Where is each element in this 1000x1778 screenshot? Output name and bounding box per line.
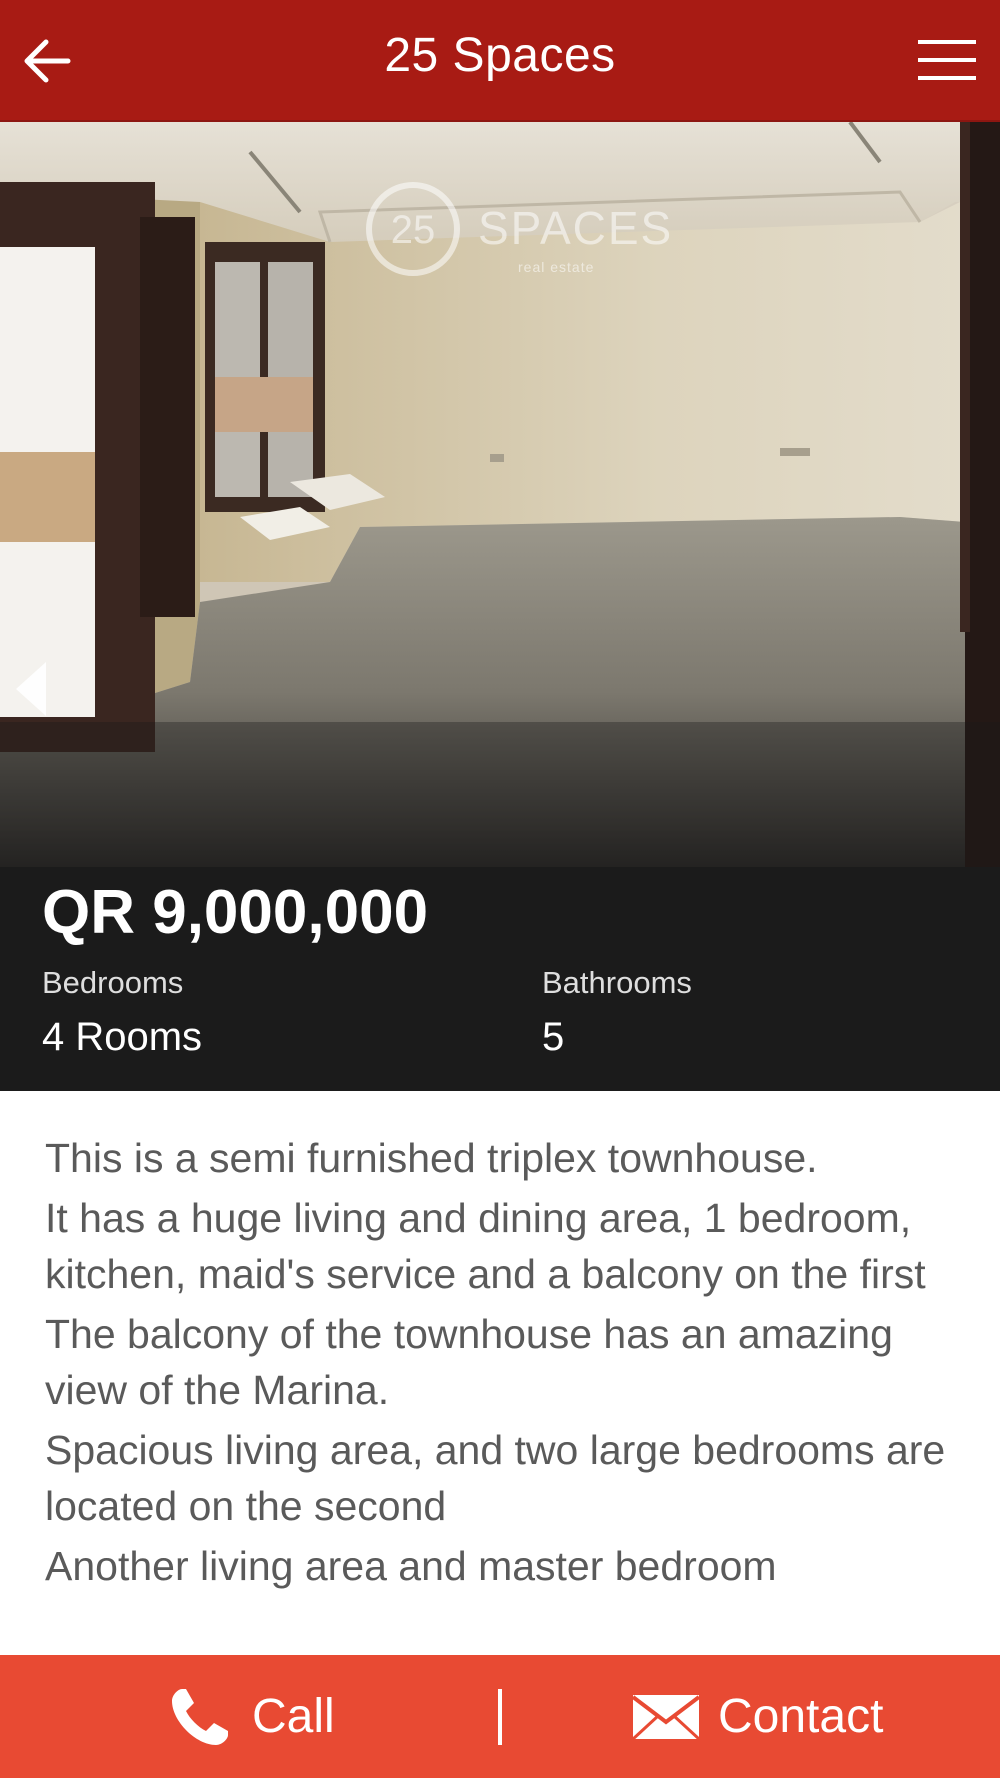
price: QR 9,000,000 xyxy=(42,878,429,947)
watermark-brand: SPACES xyxy=(478,202,673,254)
app-header: 25 Spaces xyxy=(0,0,1000,122)
contact-label: Contact xyxy=(718,1690,884,1743)
page-title: 25 Spaces xyxy=(384,29,616,82)
phone-icon xyxy=(172,1688,228,1745)
menu-button[interactable] xyxy=(918,36,976,86)
watermark-number: 25 xyxy=(391,208,436,252)
listing-summary: QR 9,000,000 Bedrooms 4 Rooms Bathrooms … xyxy=(0,867,1000,1091)
chevron-left-icon xyxy=(16,662,46,716)
property-description: This is a semi furnished triplex townhou… xyxy=(45,1130,965,1650)
description-paragraph: This is a semi furnished triplex townhou… xyxy=(45,1135,818,1181)
description-paragraph: Spacious living area, and two large bedr… xyxy=(45,1427,946,1529)
contact-button[interactable]: Contact xyxy=(632,1655,883,1778)
description-paragraph: Another living area and master bedroom xyxy=(45,1543,777,1589)
action-bar: Call Contact xyxy=(0,1655,1000,1778)
hamburger-menu-icon xyxy=(918,40,976,80)
envelope-icon xyxy=(632,1694,700,1740)
bedrooms-value: 4 Rooms xyxy=(42,1015,203,1059)
description-paragraph: It has a huge living and dining area, 1 … xyxy=(45,1195,926,1297)
previous-photo-button[interactable] xyxy=(12,660,52,718)
bathrooms-value: 5 xyxy=(542,1015,565,1059)
room-photo: 25 SPACES real estate xyxy=(0,122,1000,867)
watermark-tagline: real estate xyxy=(518,259,594,275)
bathrooms-label: Bathrooms xyxy=(542,965,692,1000)
bedrooms-label: Bedrooms xyxy=(42,965,184,1000)
call-label: Call xyxy=(252,1690,335,1743)
property-photo[interactable]: 25 SPACES real estate xyxy=(0,122,1000,867)
call-button[interactable]: Call xyxy=(168,1655,335,1778)
action-divider xyxy=(498,1689,502,1745)
description-paragraph: The balcony of the townhouse has an amaz… xyxy=(45,1311,893,1413)
